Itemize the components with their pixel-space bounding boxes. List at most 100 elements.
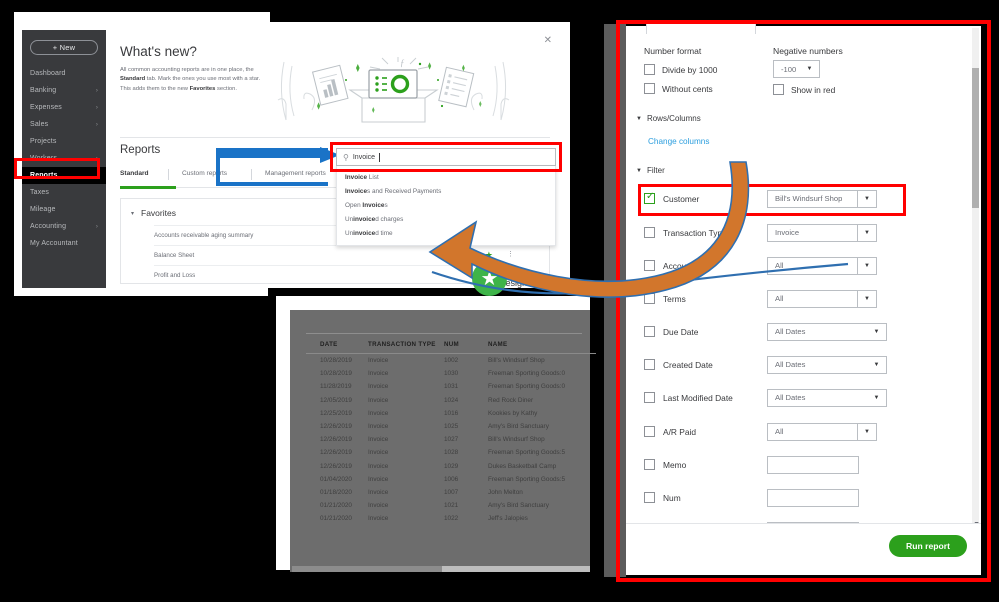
suggestion-rest: d time xyxy=(375,229,393,237)
favorites-title: Favorites xyxy=(141,208,176,218)
chevron-down-icon: ▾ xyxy=(131,210,135,217)
suggestion-match: Invoice xyxy=(345,187,368,195)
table-cell: Bill's Windsurf Shop xyxy=(488,357,545,365)
sidebar-item-projects[interactable]: Projects xyxy=(22,133,106,150)
page-title: Reports xyxy=(120,144,161,156)
table-cell: Invoice xyxy=(368,475,389,483)
table-header-row: DATE TRANSACTION TYPE NUM NAME xyxy=(306,336,596,354)
table-cell: 01/18/2020 xyxy=(320,488,352,496)
table-cell: 10/28/2019 xyxy=(320,370,352,378)
sidebar-item-my-accountant[interactable]: My Accountant xyxy=(22,235,106,252)
table-row[interactable]: 12/05/2019 Invoice 1024 Red Rock Diner xyxy=(306,394,596,407)
suggestion-match: invoice xyxy=(353,229,376,237)
section-divider xyxy=(120,137,550,138)
table-row[interactable]: 12/26/2019 Invoice 1025 Amy's Bird Sanctuar… xyxy=(306,420,596,433)
table-cell: 11/28/2019 xyxy=(320,383,352,391)
table-cell: 1028 xyxy=(444,449,459,457)
table-body: 10/28/2019 Invoice 1002 Bill's Windsurf Sho… xyxy=(306,354,596,525)
table-row[interactable]: 12/25/2019 Invoice 1016 Kookies by Kathy xyxy=(306,407,596,420)
table-row[interactable]: 10/28/2019 Invoice 1002 Bill's Windsurf Sho… xyxy=(306,354,596,367)
table-cell: Invoice xyxy=(368,515,389,523)
chevron-right-icon: › xyxy=(95,121,98,128)
sidebar-item-label: Sales xyxy=(30,121,49,128)
table-top-rule xyxy=(306,333,582,334)
table-row[interactable]: 01/04/2020 Invoice 1006 Freeman Sporting Go… xyxy=(306,473,596,486)
suggestion-rest: List xyxy=(367,173,379,181)
table-row[interactable]: 01/21/2020 Invoice 1021 Amy's Bird Sanctuar… xyxy=(306,499,596,512)
sidebar-item-label: Banking xyxy=(30,87,57,94)
highlight-box-reports-nav xyxy=(14,158,100,179)
sidebar-item-label: Taxes xyxy=(30,189,50,196)
suggestion-rest: d charges xyxy=(375,215,404,223)
whats-new-title: What's new? xyxy=(120,44,197,59)
orange-arrow-annotation xyxy=(428,161,750,298)
whats-new-text-3: section. xyxy=(215,85,237,92)
table-row[interactable]: 12/26/2019 Invoice 1027 Bill's Windsurf Sho… xyxy=(306,433,596,446)
table-cell: Invoice xyxy=(368,449,389,457)
sidebar-item-mileage[interactable]: Mileage xyxy=(22,201,106,218)
table-row[interactable]: 01/21/2020 Invoice 1022 Jeff's Jalopies xyxy=(306,512,596,525)
table-cell: 01/21/2020 xyxy=(320,502,352,510)
table-cell: 1021 xyxy=(444,502,459,510)
tab-separator xyxy=(168,169,169,180)
sidebar-item-label: Mileage xyxy=(30,206,56,213)
search-input-value: Invoice xyxy=(352,153,376,161)
suggestion-prefix: Open xyxy=(345,201,363,209)
tab-standard[interactable]: Standard xyxy=(120,170,149,177)
table-cell: Bill's Windsurf Shop xyxy=(488,436,545,444)
suggestion-prefix: Un xyxy=(345,229,354,237)
tab-active-indicator xyxy=(120,186,176,189)
suggestion-match: Invoice xyxy=(345,173,368,181)
table-cell: 1006 xyxy=(444,475,459,483)
table-cell: 1027 xyxy=(444,436,459,444)
scrollbar-thumb[interactable] xyxy=(292,566,442,572)
table-row[interactable]: 11/28/2019 Invoice 1031 Freeman Sporting Go… xyxy=(306,380,596,393)
table-row[interactable]: 10/28/2019 Invoice 1030 Freeman Sporting Go… xyxy=(306,367,596,380)
new-button[interactable]: + New xyxy=(30,40,98,55)
table-cell: Invoice xyxy=(368,423,389,431)
table-cell: Kookies by Kathy xyxy=(488,409,538,417)
suggestion-rest: s xyxy=(384,201,388,209)
chevron-right-icon: › xyxy=(95,223,98,230)
close-icon[interactable]: ✕ xyxy=(544,36,552,46)
screenshot-root: + New Dashboard Banking › Expenses › Sales › Pr… xyxy=(0,0,999,602)
blue-arrow-annotation xyxy=(216,147,340,163)
whats-new-bold-favorites: Favorites xyxy=(189,85,216,92)
table-cell: 1016 xyxy=(444,409,459,417)
sidebar-item-sales[interactable]: Sales › xyxy=(22,116,106,133)
table-cell: 1024 xyxy=(444,396,459,404)
table-cell: 1022 xyxy=(444,515,459,523)
table-cell: Freeman Sporting Goods:0 xyxy=(488,370,566,378)
table-cell: Red Rock Diner xyxy=(488,396,534,404)
table-cell: Invoice xyxy=(368,370,389,378)
favorites-header[interactable]: ▾ Favorites xyxy=(131,208,176,218)
table-cell: Freeman Sporting Goods:5 xyxy=(488,475,566,483)
table-row[interactable]: 01/18/2020 Invoice 1007 John Melton xyxy=(306,486,596,499)
sidebar-item-label: Dashboard xyxy=(30,70,66,77)
table-cell: 1002 xyxy=(444,357,459,365)
whats-new-text-1: All common accounting reports are in one… xyxy=(120,67,254,73)
table-column-header: NUM xyxy=(444,341,459,348)
table-row[interactable]: 12/26/2019 Invoice 1028 Freeman Sporting Go… xyxy=(306,446,596,459)
table-cell: 01/04/2020 xyxy=(320,475,352,483)
sidebar-item-taxes[interactable]: Taxes xyxy=(22,184,106,201)
report-table: DATE TRANSACTION TYPE NUM NAME 10/28/2019 In… xyxy=(306,333,596,525)
sidebar-item-label: My Accountant xyxy=(30,240,78,247)
sidebar-item-expenses[interactable]: Expenses › xyxy=(22,99,106,116)
table-cell: 1030 xyxy=(444,370,459,378)
sidebar-item-label: Accounting xyxy=(30,223,67,230)
table-cell: Jeff's Jalopies xyxy=(488,515,528,523)
sidebar-item-accounting[interactable]: Accounting › xyxy=(22,218,106,235)
table-row[interactable]: 12/26/2019 Invoice 1029 Dukes Basketball Ca… xyxy=(306,460,596,473)
table-column-header: TRANSACTION TYPE xyxy=(368,341,436,348)
sidebar-item-dashboard[interactable]: Dashboard xyxy=(22,65,106,82)
table-cell: Invoice xyxy=(368,436,389,444)
table-cell: 10/28/2019 xyxy=(320,357,352,365)
table-cell: 12/26/2019 xyxy=(320,462,352,470)
table-cell: John Melton xyxy=(488,488,523,496)
horizontal-scrollbar[interactable] xyxy=(292,566,590,572)
sidebar-item-banking[interactable]: Banking › xyxy=(22,82,106,99)
table-cell: Invoice xyxy=(368,462,389,470)
report-preview-content: DATE TRANSACTION TYPE NUM NAME 10/28/2019 In… xyxy=(290,310,596,572)
table-cell: 12/26/2019 xyxy=(320,436,352,444)
